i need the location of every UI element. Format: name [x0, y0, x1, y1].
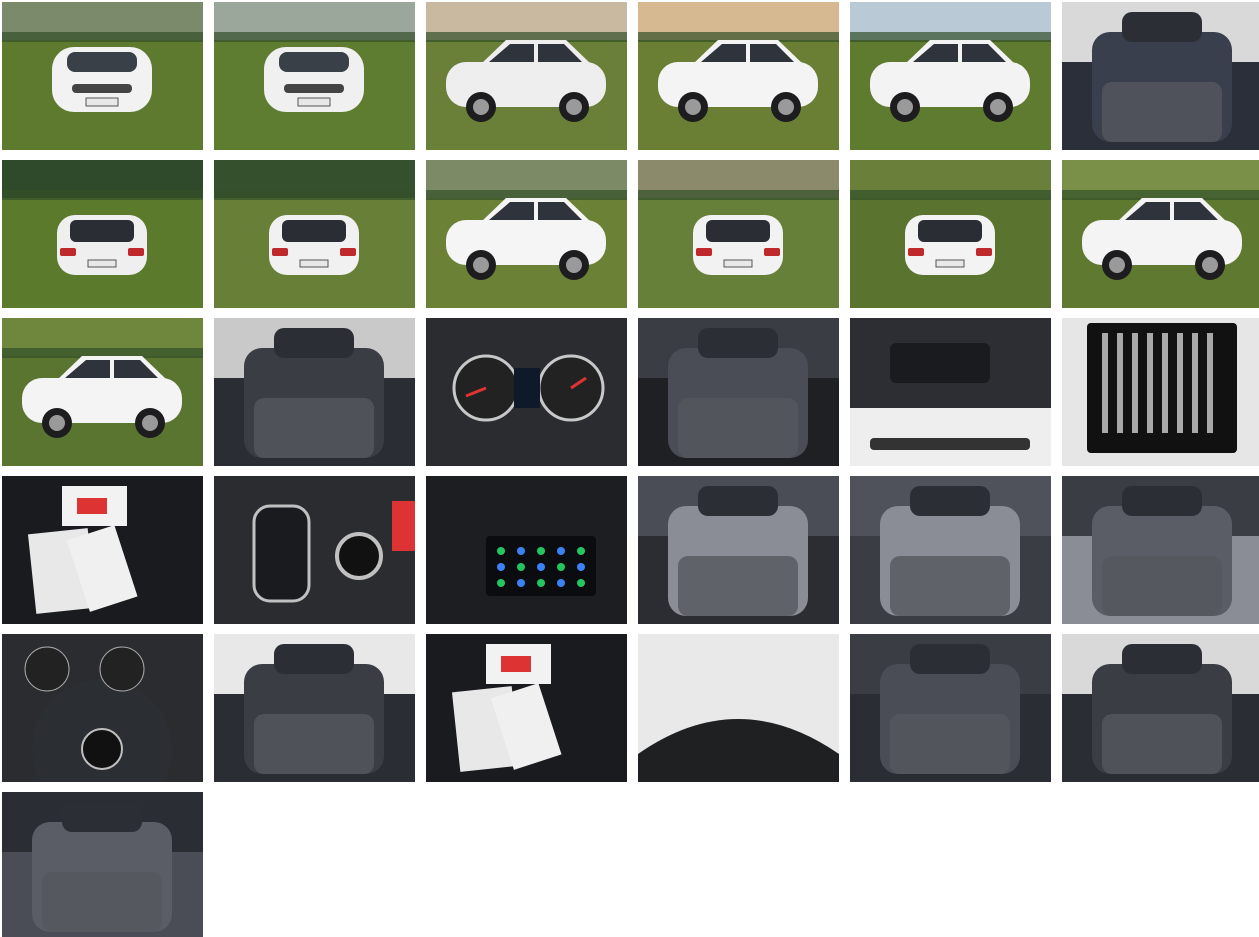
- photo-image: [850, 476, 1051, 624]
- photo-image: [2, 634, 203, 782]
- photo-image: [850, 160, 1051, 308]
- photo-thumbnail-car-exterior-side[interactable]: [850, 2, 1051, 150]
- photo-thumbnail-car-dashboard-buttons[interactable]: [214, 476, 415, 624]
- photo-thumbnail-car-front-seat-cushion[interactable]: [2, 792, 203, 937]
- photo-thumbnail-car-interior-rear-seats[interactable]: [214, 318, 415, 466]
- photo-image: [214, 2, 415, 150]
- photo-image: [2, 318, 203, 466]
- photo-thumbnail-car-exterior-side-front[interactable]: [638, 2, 839, 150]
- photo-gallery: [0, 0, 1259, 937]
- photo-thumbnail-car-front-seats-door-open[interactable]: [1062, 634, 1259, 782]
- photo-thumbnail-car-exterior-rear-left[interactable]: [214, 160, 415, 308]
- photo-image: [2, 476, 203, 624]
- photo-image: [638, 634, 839, 782]
- photo-image: [638, 318, 839, 466]
- photo-image: [214, 634, 415, 782]
- photo-image: [1062, 634, 1259, 782]
- photo-image: [426, 318, 627, 466]
- photo-thumbnail-car-door-panel[interactable]: [850, 476, 1051, 624]
- photo-thumbnail-car-documents-brochure-2[interactable]: [426, 634, 627, 782]
- car-shape: [264, 47, 364, 112]
- photo-thumbnail-car-interior-gear-shifter[interactable]: [638, 318, 839, 466]
- photo-thumbnail-car-documents-brochure[interactable]: [2, 476, 203, 624]
- photo-image: [426, 634, 627, 782]
- photo-image: [426, 476, 627, 624]
- photo-thumbnail-car-exterior-front[interactable]: [214, 2, 415, 150]
- photo-image: [638, 2, 839, 150]
- photo-thumbnail-car-exterior-front-right-low[interactable]: [1062, 160, 1259, 308]
- photo-thumbnail-car-rear-seat-belts[interactable]: [850, 634, 1051, 782]
- photo-image: [214, 476, 415, 624]
- photo-image: [214, 160, 415, 308]
- photo-image: [2, 2, 203, 150]
- photo-thumbnail-car-instrument-cluster[interactable]: [426, 318, 627, 466]
- photo-image: [638, 476, 839, 624]
- photo-thumbnail-car-exterior-front-right[interactable]: [426, 2, 627, 150]
- photo-image: [638, 160, 839, 308]
- photo-thumbnail-car-exterior-rear-top[interactable]: [850, 160, 1051, 308]
- photo-thumbnail-car-steering-wheel[interactable]: [2, 634, 203, 782]
- photo-thumbnail-car-engine-bay[interactable]: [850, 318, 1051, 466]
- photo-thumbnail-car-interior-front-seat[interactable]: [1062, 2, 1259, 150]
- photo-image: [2, 160, 203, 308]
- photo-thumbnail-car-infotainment-screen[interactable]: [426, 476, 627, 624]
- photo-thumbnail-car-exterior-front-right-close[interactable]: [2, 318, 203, 466]
- car-shape: [693, 215, 783, 275]
- photo-image: [850, 634, 1051, 782]
- photo-thumbnail-car-seat-fabric[interactable]: [1062, 476, 1259, 624]
- photo-image: [1062, 2, 1259, 150]
- photo-thumbnail-car-wheel-arch[interactable]: [638, 634, 839, 782]
- photo-thumbnail-car-vin-plate[interactable]: [1062, 318, 1259, 466]
- photo-image: [426, 160, 627, 308]
- photo-image: [1062, 318, 1259, 466]
- photo-thumbnail-car-exterior-side-full[interactable]: [426, 160, 627, 308]
- car-shape: [269, 215, 359, 275]
- photo-image: [214, 318, 415, 466]
- photo-image: [1062, 160, 1259, 308]
- photo-image: [426, 2, 627, 150]
- car-shape: [905, 215, 995, 275]
- car-shape: [57, 215, 147, 275]
- car-shape: [52, 47, 152, 112]
- photo-thumbnail-car-exterior-rear[interactable]: [2, 160, 203, 308]
- photo-thumbnail-car-interior-rear-view[interactable]: [214, 634, 415, 782]
- photo-image: [2, 792, 203, 937]
- photo-image: [850, 318, 1051, 466]
- photo-thumbnail-car-exterior-front-left[interactable]: [2, 2, 203, 150]
- photo-thumbnail-car-exterior-rear-right[interactable]: [638, 160, 839, 308]
- photo-image: [850, 2, 1051, 150]
- photo-thumbnail-car-light-switch[interactable]: [638, 476, 839, 624]
- photo-image: [1062, 476, 1259, 624]
